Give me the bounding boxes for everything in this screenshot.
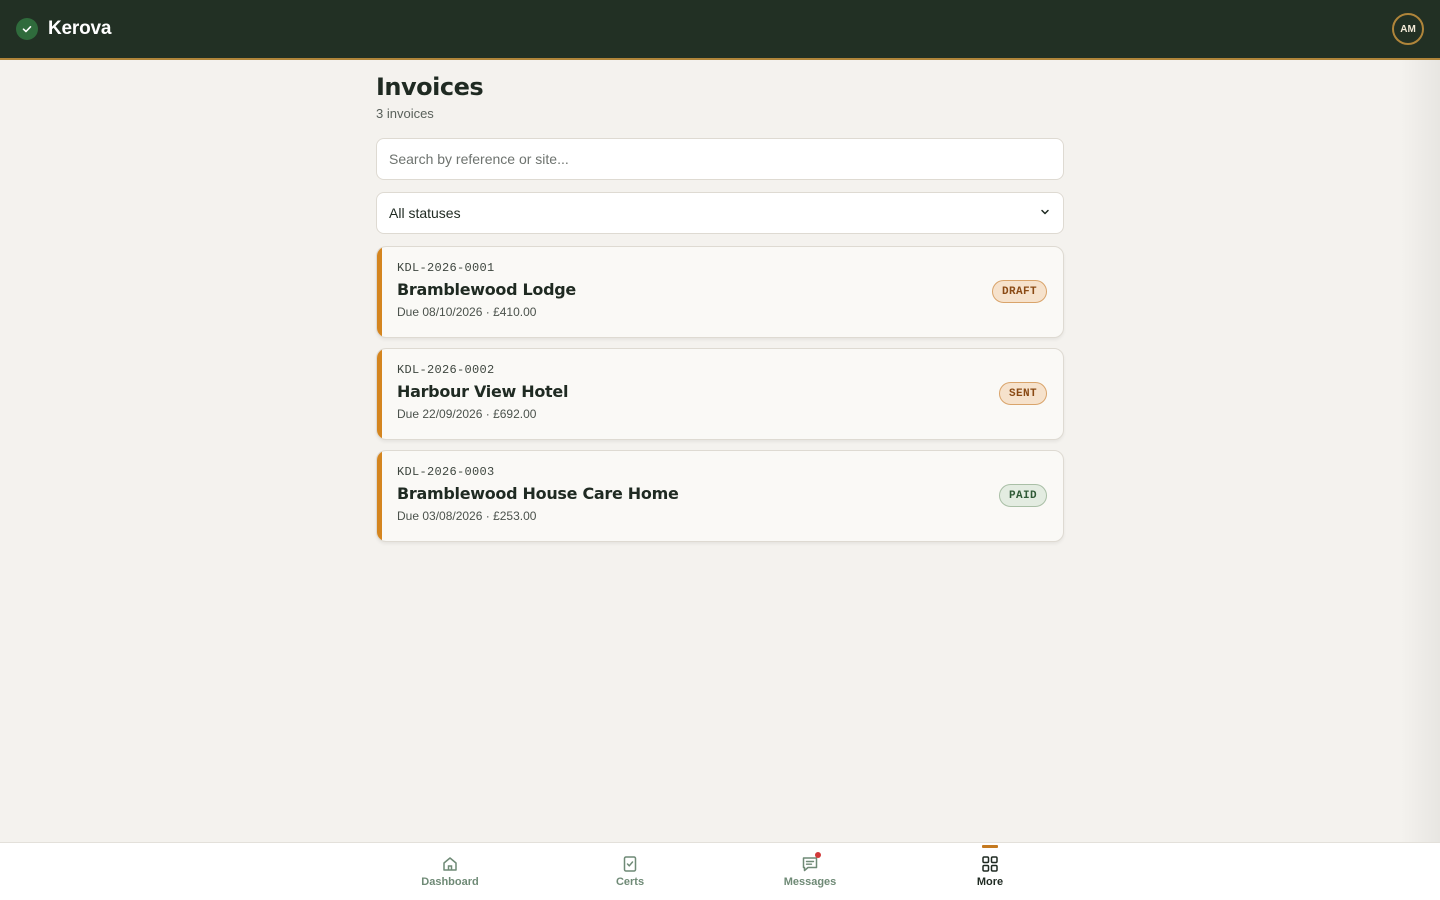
- status-badge: SENT: [998, 382, 1047, 405]
- main-content: Invoices 3 invoices All statuses KDL-202…: [376, 72, 1064, 542]
- grid-icon: [980, 854, 1000, 874]
- invoice-card[interactable]: KDL-2026-0003 Bramblewood House Care Hom…: [376, 450, 1064, 542]
- search-input[interactable]: [376, 138, 1064, 180]
- invoice-site: Harbour View Hotel: [397, 382, 569, 401]
- bottom-nav: Dashboard Certs Messages More: [0, 842, 1440, 900]
- invoice-meta: Due 03/08/2026 · £253.00: [397, 509, 537, 523]
- invoice-card[interactable]: KDL-2026-0001 Bramblewood Lodge Due 08/1…: [376, 246, 1064, 338]
- invoice-meta: Due 08/10/2026 · £410.00: [397, 305, 537, 319]
- avatar[interactable]: AM: [1392, 13, 1424, 45]
- status-badge: DRAFT: [991, 280, 1047, 303]
- status-filter-value: All statuses: [389, 205, 461, 221]
- edge-shade: [1400, 60, 1440, 842]
- brand[interactable]: Kerova: [16, 18, 111, 40]
- invoice-list: KDL-2026-0001 Bramblewood Lodge Due 08/1…: [376, 246, 1064, 542]
- top-bar: Kerova AM: [0, 0, 1440, 60]
- nav-label: Messages: [783, 876, 837, 888]
- message-icon: [800, 852, 821, 874]
- invoice-meta: Due 22/09/2026 · £692.00: [397, 407, 537, 421]
- card-accent-bar: [377, 247, 382, 337]
- invoice-site: Bramblewood House Care Home: [397, 484, 679, 503]
- active-indicator: [982, 845, 998, 848]
- card-accent-bar: [377, 349, 382, 439]
- nav-item-more[interactable]: More: [940, 843, 1040, 900]
- card-accent-bar: [377, 451, 382, 541]
- invoice-reference: KDL-2026-0003: [397, 465, 495, 479]
- home-icon: [440, 854, 460, 874]
- nav-item-certs[interactable]: Certs: [580, 843, 680, 900]
- nav-item-messages[interactable]: Messages: [760, 843, 860, 900]
- invoice-reference: KDL-2026-0001: [397, 261, 495, 275]
- invoice-reference: KDL-2026-0002: [397, 363, 495, 377]
- invoice-card[interactable]: KDL-2026-0002 Harbour View Hotel Due 22/…: [376, 348, 1064, 440]
- notification-dot: [815, 852, 821, 858]
- chevron-down-icon: [1039, 205, 1051, 221]
- check-circle-icon: [16, 18, 38, 40]
- page-title: Invoices: [376, 73, 484, 101]
- brand-name: Kerova: [48, 18, 112, 39]
- invoice-site: Bramblewood Lodge: [397, 280, 576, 299]
- nav-label: Dashboard: [421, 876, 479, 888]
- nav-item-dashboard[interactable]: Dashboard: [400, 843, 500, 900]
- nav-label: More: [976, 876, 1004, 888]
- status-badge: PAID: [998, 484, 1047, 507]
- certificate-icon: [620, 854, 640, 874]
- status-filter-select[interactable]: All statuses: [376, 192, 1064, 234]
- invoice-count: 3 invoices: [376, 106, 434, 121]
- nav-label: Certs: [615, 876, 645, 888]
